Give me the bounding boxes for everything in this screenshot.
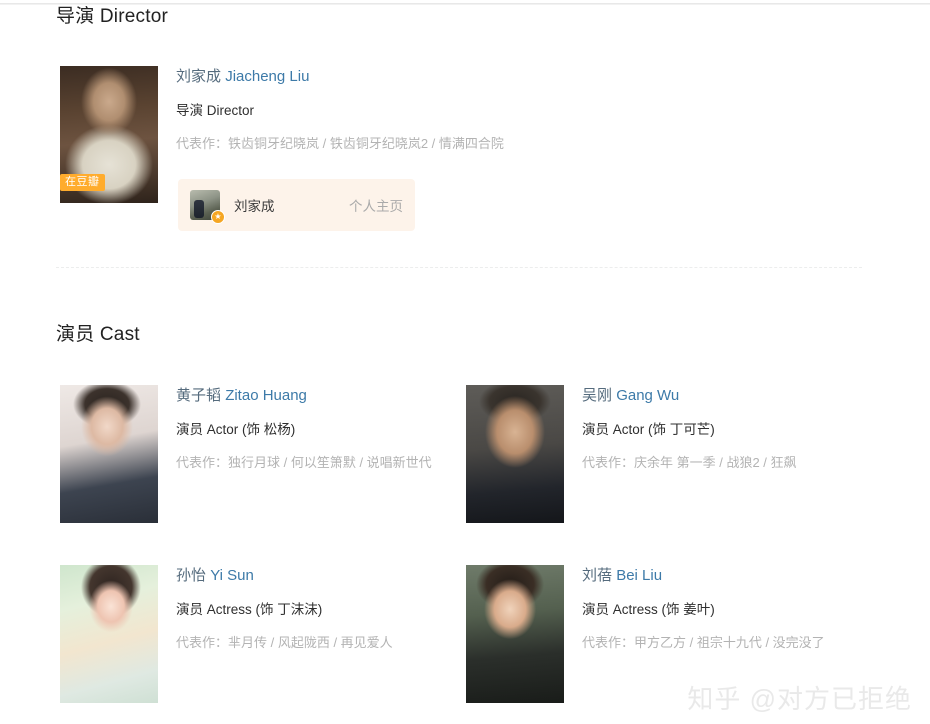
cast-works: 代表作：芈月传 / 风起陇西 / 再见爱人 [176,635,393,650]
director-role: 导演 Director [176,103,255,118]
cast-name-link[interactable]: 孙怡 Yi Sun [176,565,474,587]
section-divider [56,267,862,268]
star-icon: ★ [211,210,225,224]
cast-name-en: Gang Wu [616,387,680,404]
director-name-en: Jiacheng Liu [225,68,310,85]
cast-name-en: Bei Liu [616,567,663,584]
director-works: 代表作：铁齿铜牙纪晓岚 / 铁齿铜牙纪晓岚2 / 情满四合院 [176,136,504,151]
cast-name-cn: 孙怡 [176,567,207,584]
director-name-cn: 刘家成 [176,68,222,85]
cast-member-block: 黄子韬 Zitao Huang 演员 Actor (饰 松杨) 代表作：独行月球… [56,385,476,535]
cast-name-link[interactable]: 刘蓓 Bei Liu [582,565,880,587]
cast-name-cn: 黄子韬 [176,387,222,404]
cast-role: 演员 Actress (饰 姜叶) [582,602,715,617]
cast-info: 吴刚 Gang Wu 演员 Actor (饰 丁可芒) 代表作：庆余年 第一季 … [582,385,880,473]
cast-info: 孙怡 Yi Sun 演员 Actress (饰 丁沫沫) 代表作：芈月传 / 风… [176,565,474,653]
cast-name-cn: 刘蓓 [582,567,613,584]
cast-portrait-image [60,385,158,523]
douban-badge: 在豆瓣 [60,174,105,191]
cast-name-cn: 吴刚 [582,387,613,404]
cast-role: 演员 Actor (饰 丁可芒) [582,422,715,437]
douban-avatar: ★ [190,190,225,224]
cast-works: 代表作：甲方乙方 / 祖宗十九代 / 没完没了 [582,635,825,650]
director-photo[interactable]: 在豆瓣 [60,66,158,203]
cast-photo[interactable] [466,565,564,703]
douban-profile-name: 刘家成 [234,199,275,214]
cast-role: 演员 Actor (饰 松杨) [176,422,296,437]
cast-name-link[interactable]: 黄子韬 Zitao Huang [176,385,474,407]
cast-portrait-image [466,565,564,703]
cast-role: 演员 Actress (饰 丁沫沫) [176,602,323,617]
douban-profile-card[interactable]: ★ 刘家成 个人主页 [178,179,415,231]
cast-portrait-image [60,565,158,703]
cast-name-link[interactable]: 吴刚 Gang Wu [582,385,880,407]
cast-name-en: Zitao Huang [225,387,307,404]
douban-profile-link[interactable]: 个人主页 [349,195,403,215]
cast-section-title: 演员 Cast [56,324,140,345]
cast-photo[interactable] [60,565,158,703]
cast-member-block: 孙怡 Yi Sun 演员 Actress (饰 丁沫沫) 代表作：芈月传 / 风… [56,565,476,715]
zhihu-watermark: 知乎 @对方已拒绝 [687,684,912,714]
cast-info: 黄子韬 Zitao Huang 演员 Actor (饰 松杨) 代表作：独行月球… [176,385,474,473]
director-section-title: 导演 Director [56,6,168,27]
director-name-link[interactable]: 刘家成 Jiacheng Liu [176,66,474,88]
cast-info: 刘蓓 Bei Liu 演员 Actress (饰 姜叶) 代表作：甲方乙方 / … [582,565,880,653]
cast-portrait-image [466,385,564,523]
cast-crew-page: 导演 Director 在豆瓣 刘家成 Jiacheng Liu 导演 Dire… [0,0,930,724]
cast-works: 代表作：独行月球 / 何以笙箫默 / 说唱新世代 [176,455,432,470]
cast-photo[interactable] [466,385,564,523]
cast-photo[interactable] [60,385,158,523]
cast-member-block: 吴刚 Gang Wu 演员 Actor (饰 丁可芒) 代表作：庆余年 第一季 … [462,385,882,535]
cast-works: 代表作：庆余年 第一季 / 战狼2 / 狂飙 [582,455,797,470]
director-info: 刘家成 Jiacheng Liu 导演 Director 代表作：铁齿铜牙纪晓岚… [176,66,504,154]
cast-name-en: Yi Sun [210,567,254,584]
